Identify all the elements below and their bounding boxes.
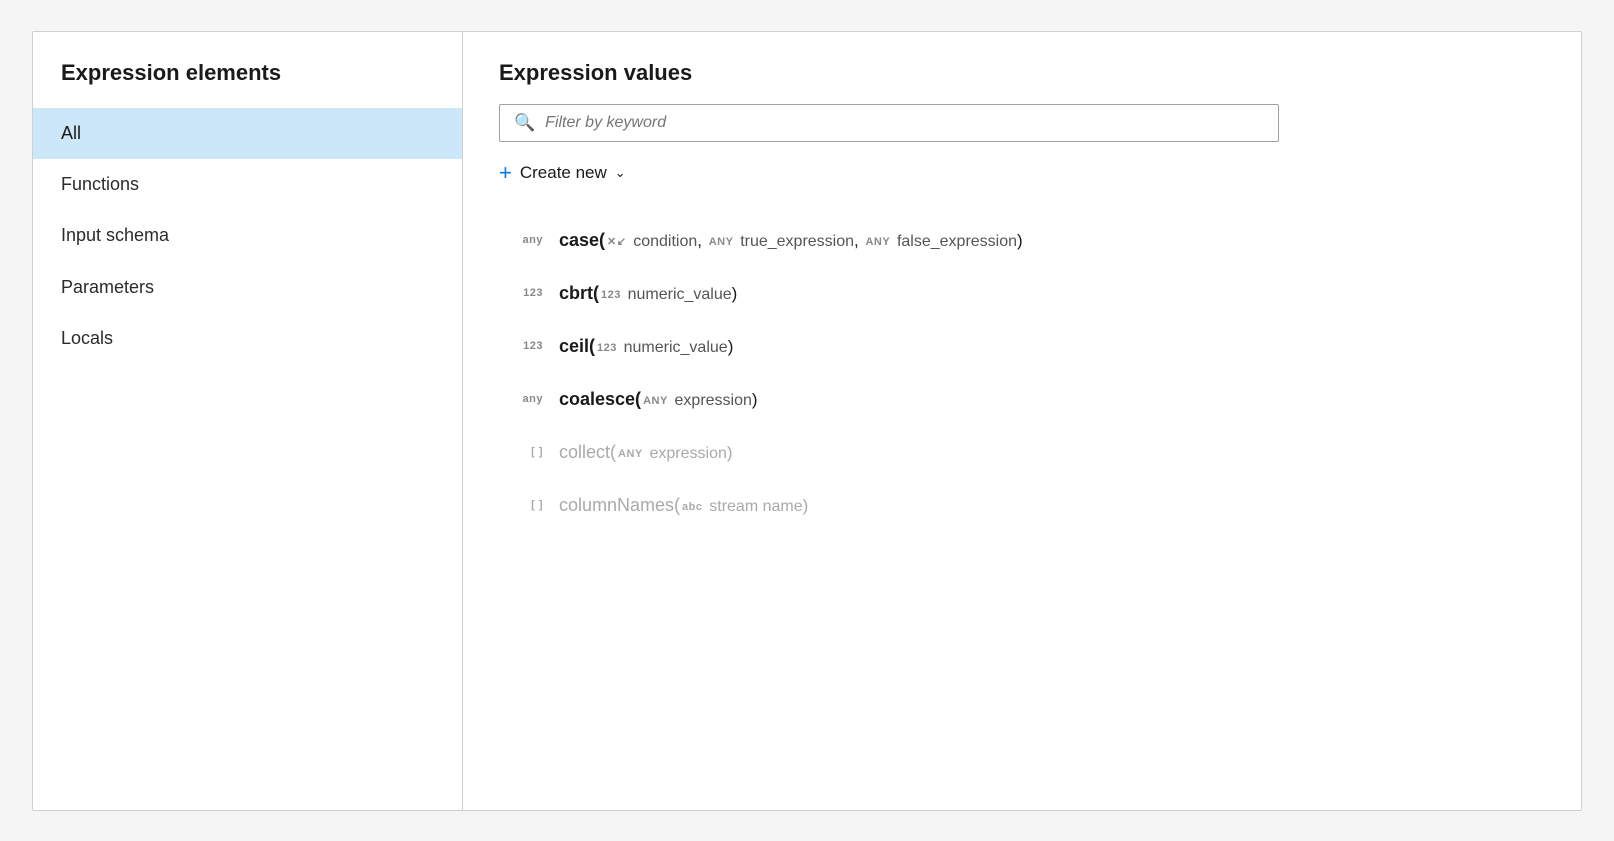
type-badge-coalesce: ANY [499,393,543,405]
sidebar-item-all[interactable]: All [33,108,462,159]
function-item-collect[interactable]: [ ] collect(ANY expression) [499,426,1545,479]
func-name-ceil: ceil( [559,336,595,356]
chevron-down-icon: ⌄ [615,165,626,181]
sidebar-item-functions[interactable]: Functions [33,159,462,210]
sidebar-item-locals[interactable]: Locals [33,313,462,364]
func-name-coalesce: coalesce( [559,389,641,409]
sidebar-item-parameters[interactable]: Parameters [33,262,462,313]
type-badge-ceil: 123 [499,340,543,352]
function-item-coalesce[interactable]: ANY coalesce(ANY expression) [499,373,1545,426]
function-item-cbrt[interactable]: 123 cbrt(123 numeric_value) [499,267,1545,320]
search-input[interactable] [545,114,1264,132]
func-name-cbrt: cbrt( [559,283,599,303]
func-name-columnNames: columnNames( [559,495,680,515]
nav-list: AllFunctionsInput schemaParametersLocals [33,108,462,365]
function-item-columnNames[interactable]: [ ] columnNames(abc stream name) [499,479,1545,532]
function-item-case[interactable]: ANY case(✕↙ condition, ANY true_expressio… [499,214,1545,267]
func-signature-coalesce: coalesce(ANY expression) [559,389,758,410]
function-item-ceil[interactable]: 123 ceil(123 numeric_value) [499,320,1545,373]
sidebar-item-input_schema[interactable]: Input schema [33,210,462,261]
right-panel-title: Expression values [499,60,1545,86]
type-badge-columnNames: [ ] [499,499,543,511]
search-icon: 🔍 [514,113,535,133]
expression-elements-panel: Expression elements AllFunctionsInput sc… [33,32,463,810]
func-name-collect: collect( [559,442,616,462]
func-name-case: case( [559,230,605,250]
func-signature-cbrt: cbrt(123 numeric_value) [559,283,737,304]
expression-values-panel: Expression values 🔍 + Create new ⌄ ANY ca… [463,32,1581,810]
create-new-label: Create new [520,163,607,183]
type-badge-cbrt: 123 [499,287,543,299]
func-signature-ceil: ceil(123 numeric_value) [559,336,733,357]
create-new-button[interactable]: + Create new ⌄ [499,162,1545,184]
function-list: ANY case(✕↙ condition, ANY true_expressio… [499,214,1545,532]
expression-builder-panel: Expression elements AllFunctionsInput sc… [32,31,1582,811]
func-signature-columnNames: columnNames(abc stream name) [559,495,808,516]
search-box[interactable]: 🔍 [499,104,1279,142]
plus-icon: + [499,162,512,184]
type-badge-collect: [ ] [499,446,543,458]
func-signature-collect: collect(ANY expression) [559,442,733,463]
func-signature-case: case(✕↙ condition, ANY true_expression, … [559,230,1023,251]
type-badge-case: ANY [499,234,543,246]
left-panel-title: Expression elements [33,60,462,108]
